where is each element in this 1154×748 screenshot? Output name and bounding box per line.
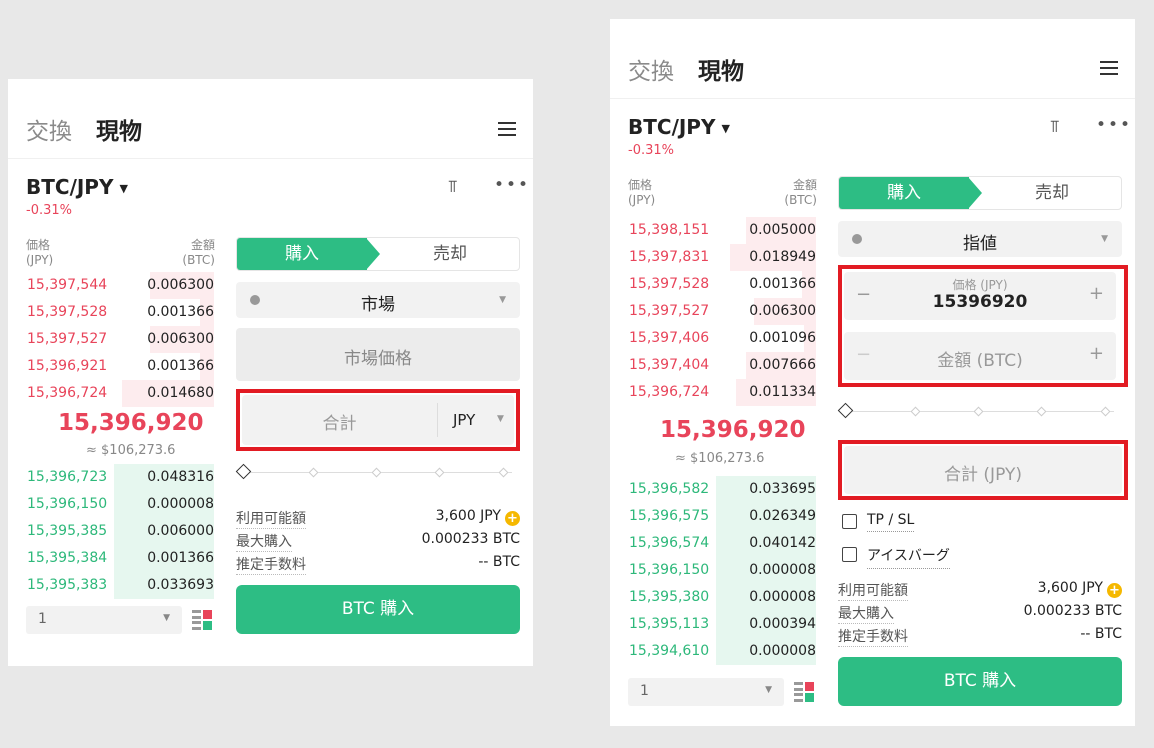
price-change: -0.31% [26,203,72,218]
orderbook-view-icon[interactable] [192,610,212,630]
ask-row[interactable]: 15,396,724 0.011334 [610,379,816,406]
coin-add-icon[interactable]: + [1107,583,1122,598]
bid-row[interactable]: 15,396,723 0.048316 [8,464,214,491]
chevron-down-icon: ▼ [1101,234,1108,244]
iceberg-label: アイスバーグ [867,545,950,569]
market-price-label: 市場価格 [344,349,412,369]
candlestick-icon[interactable]: ⫪ [1050,117,1060,137]
orderbook-view-icon[interactable] [794,682,814,702]
pair-selector[interactable]: BTC/JPY ▼ [628,115,730,139]
bid-row[interactable]: 15,396,150 0.000008 [610,557,816,584]
ask-row[interactable]: 15,397,831 0.018949 [610,244,816,271]
order-type-label: 指値 [963,234,997,254]
bid-row[interactable]: 15,395,380 0.000008 [610,584,816,611]
buy-sell-toggle: 購入 売却 [236,237,520,271]
buy-btc-button[interactable]: BTC 購入 [838,657,1122,706]
bid-row[interactable]: 15,396,575 0.026349 [610,503,816,530]
amount-column-header: 金額 (BTC) [182,238,215,267]
ask-list: 15,398,151 0.005000 15,397,831 0.018949 15… [610,217,817,407]
buy-tab-arrow [968,177,982,209]
highlight-box [838,440,1128,500]
bid-list: 15,396,723 0.048316 15,396,150 0.000008 15… [8,464,215,604]
menu-icon[interactable] [1100,61,1118,75]
tab-exchange[interactable]: 交換 [628,52,674,86]
estimated-fee: 推定手数料 -- BTC [236,554,520,575]
bid-list: 15,396,582 0.033695 15,396,575 0.026349 15… [610,476,817,666]
usd-equivalent: ≈ $106,273.6 [675,451,765,466]
last-price: 15,396,920 [660,417,806,443]
pair-label: BTC/JPY [628,115,716,139]
bid-row[interactable]: 15,395,383 0.033693 [8,572,214,599]
tab-spot[interactable]: 現物 [698,52,744,86]
amount-slider[interactable] [837,402,1122,419]
available-balance: 利用可能額 3,600 JPY + [236,508,520,529]
bid-row[interactable]: 15,394,610 0.000008 [610,638,816,665]
caret-down-icon: ▼ [721,122,730,135]
order-type-label: 市場 [361,295,395,315]
market-price-field: 市場価格 [236,328,520,381]
price-column-header: 価格 (JPY) [26,238,54,267]
tpsl-checkbox[interactable] [842,514,857,529]
depth-select[interactable]: 1 ▼ [26,606,182,634]
coin-add-icon[interactable]: + [505,511,520,526]
caret-down-icon: ▼ [119,182,128,195]
max-buy: 最大購入 0.000233 BTC [838,603,1122,624]
ask-list: 15,397,544 0.006300 15,397,528 0.001366 15… [8,272,215,412]
buy-tab[interactable]: 購入 [237,238,367,270]
max-buy: 最大購入 0.000233 BTC [236,531,520,552]
amount-slider[interactable] [235,463,520,480]
ask-row[interactable]: 15,397,528 0.001366 [8,299,214,326]
bid-row[interactable]: 15,395,113 0.000394 [610,611,816,638]
bid-row[interactable]: 15,395,385 0.006000 [8,518,214,545]
bid-row[interactable]: 15,396,150 0.000008 [8,491,214,518]
trade-panel-limit: 交換 現物 BTC/JPY ▼ -0.31% ⫪ ••• 価格 (JPY) 金額 (B… [610,19,1135,726]
bid-row[interactable]: 15,395,384 0.001366 [8,545,214,572]
sell-tab[interactable]: 売却 [379,238,519,270]
highlight-box [838,265,1128,387]
ask-row[interactable]: 15,397,527 0.006300 [610,298,816,325]
ask-row[interactable]: 15,397,527 0.006300 [8,326,214,353]
bid-row[interactable]: 15,396,582 0.033695 [610,476,816,503]
buy-btc-button[interactable]: BTC 購入 [236,585,520,634]
ask-row[interactable]: 15,397,544 0.006300 [8,272,214,299]
ask-row[interactable]: 15,396,724 0.014680 [8,380,214,407]
ask-row[interactable]: 15,398,151 0.005000 [610,217,816,244]
tab-exchange[interactable]: 交換 [26,112,72,146]
order-type-select[interactable]: 市場 ▼ [236,282,520,318]
chevron-down-icon: ▼ [499,295,506,305]
more-icon[interactable]: ••• [494,175,530,195]
tab-spot[interactable]: 現物 [96,112,142,146]
iceberg-checkbox[interactable] [842,547,857,562]
bid-row[interactable]: 15,396,574 0.040142 [610,530,816,557]
buy-tab[interactable]: 購入 [839,177,969,209]
amount-column-header: 金額 (BTC) [784,178,817,207]
available-balance: 利用可能額 3,600 JPY + [838,580,1122,601]
chevron-down-icon: ▼ [163,613,170,623]
highlight-box [236,389,520,451]
candlestick-icon[interactable]: ⫪ [448,177,458,197]
depth-select[interactable]: 1 ▼ [628,678,784,706]
estimated-fee: 推定手数料 -- BTC [838,626,1122,647]
buy-sell-toggle: 購入 売却 [838,176,1122,210]
usd-equivalent: ≈ $106,273.6 [86,443,176,458]
price-column-header: 価格 (JPY) [628,178,656,207]
pair-selector[interactable]: BTC/JPY ▼ [26,175,128,199]
trade-panel-market: 交換 現物 BTC/JPY ▼ -0.31% ⫪ ••• 価格 (JPY) 金額 (B… [8,79,533,666]
price-change: -0.31% [628,143,674,158]
ask-row[interactable]: 15,397,404 0.007666 [610,352,816,379]
menu-icon[interactable] [498,122,516,136]
order-type-select[interactable]: 指値 ▼ [838,221,1122,257]
buy-tab-arrow [366,238,380,270]
last-price: 15,396,920 [58,410,204,436]
sell-tab[interactable]: 売却 [981,177,1121,209]
chevron-down-icon: ▼ [765,685,772,695]
ask-row[interactable]: 15,396,921 0.001366 [8,353,214,380]
tpsl-label: TP / SL [867,512,915,532]
ask-row[interactable]: 15,397,406 0.001096 [610,325,816,352]
pair-label: BTC/JPY [26,175,114,199]
more-icon[interactable]: ••• [1096,115,1132,135]
ask-row[interactable]: 15,397,528 0.001366 [610,271,816,298]
